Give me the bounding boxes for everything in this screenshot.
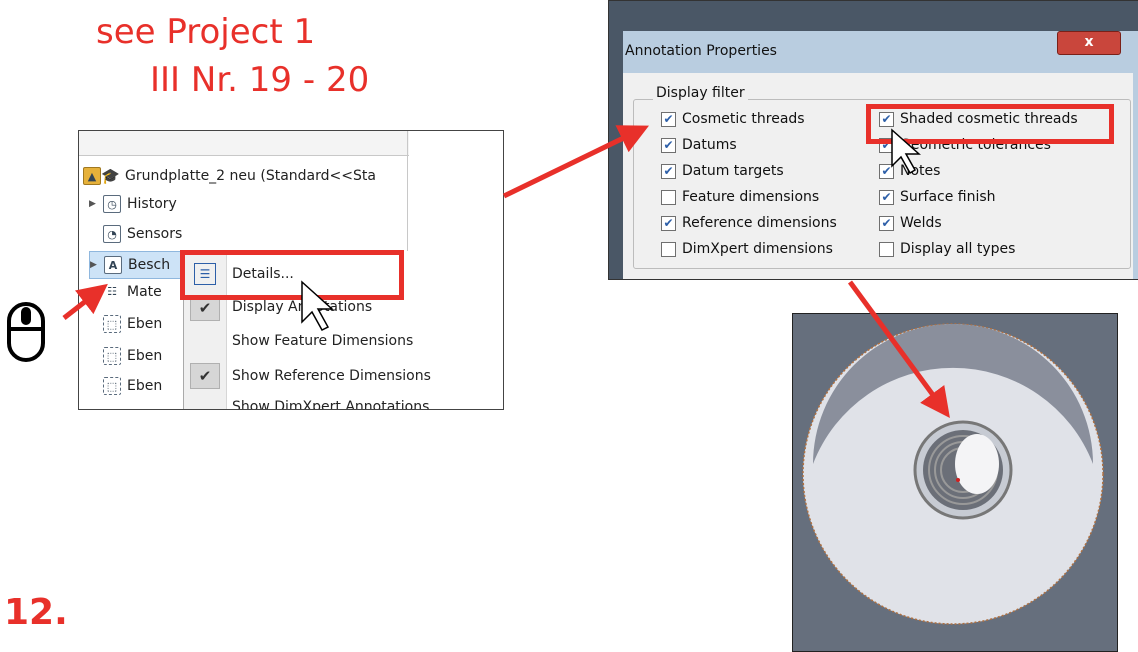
tree-item-root-part[interactable]: ▲ 🎓 Grundplatte_2 neu (Standard<<Sta xyxy=(83,163,376,189)
details-highlight xyxy=(180,250,404,300)
part-icon: ▲ xyxy=(83,167,101,185)
menu-item-display-annotations[interactable]: Display Annotations xyxy=(232,299,372,315)
tree-item-label: Mate xyxy=(127,284,162,300)
checkbox-label: Welds xyxy=(900,215,942,231)
tree-item-label: Besch xyxy=(128,257,171,273)
checkbox-icon xyxy=(879,241,894,257)
checkbox-icon: ✔ xyxy=(661,163,676,179)
checkbox-label: Datums xyxy=(682,137,737,153)
tree-item-plane-1[interactable]: ⬚ Eben xyxy=(103,311,162,337)
checkbox-icon xyxy=(661,189,676,205)
checkbox-label: Reference dimensions xyxy=(682,215,837,231)
tree-item-label: Grundplatte_2 neu (Standard<<Sta xyxy=(125,168,376,184)
expand-arrow-icon: ▶ xyxy=(90,260,97,270)
checkbox-display-all-types[interactable]: Display all types xyxy=(879,241,1015,257)
dialog-title: Annotation Properties xyxy=(625,43,777,59)
menu-item-show-feature-dimensions[interactable]: Show Feature Dimensions xyxy=(232,333,413,349)
checkmark-icon: ✔ xyxy=(190,363,220,389)
mouse-icon xyxy=(7,302,45,362)
checkbox-icon: ✔ xyxy=(661,215,676,231)
tree-item-label: Eben xyxy=(127,348,163,364)
checkbox-reference-dimensions[interactable]: ✔ Reference dimensions xyxy=(661,215,837,231)
checkbox-icon: ✔ xyxy=(661,137,676,153)
tree-item-history[interactable]: ▶ ◷ History xyxy=(89,191,177,217)
tree-item-sensors[interactable]: ◔ Sensors xyxy=(103,221,182,247)
checkbox-dimxpert-dimensions[interactable]: DimXpert dimensions xyxy=(661,241,833,257)
checkbox-icon: ✔ xyxy=(879,215,894,231)
checkbox-datum-targets[interactable]: ✔ Datum targets xyxy=(661,163,784,179)
shaded-threads-highlight xyxy=(866,104,1114,144)
checkbox-icon: ✔ xyxy=(661,111,676,127)
checkbox-datums[interactable]: ✔ Datums xyxy=(661,137,737,153)
close-button[interactable]: x xyxy=(1057,31,1121,55)
sensors-icon: ◔ xyxy=(103,225,121,243)
checkbox-label: Datum targets xyxy=(682,163,784,179)
checkbox-label: Notes xyxy=(900,163,941,179)
tree-item-material[interactable]: ☷ Mate xyxy=(103,279,162,305)
menu-item-show-reference-dimensions[interactable]: Show Reference Dimensions xyxy=(232,368,431,384)
model-viewport xyxy=(792,313,1118,652)
menu-item-show-dimxpert-annotations[interactable]: Show DimXpert Annotations xyxy=(232,399,429,409)
checkbox-cosmetic-threads[interactable]: ✔ Cosmetic threads xyxy=(661,111,805,127)
checkbox-label: Feature dimensions xyxy=(682,189,820,205)
checkbox-label: Cosmetic threads xyxy=(682,111,805,127)
tree-item-plane-3[interactable]: ⬚ Eben xyxy=(103,373,162,399)
annotations-icon: A xyxy=(104,256,122,274)
reference-line-2: III Nr. 19 - 20 xyxy=(150,60,370,100)
checkbox-surface-finish[interactable]: ✔ Surface finish xyxy=(879,189,996,205)
group-label: Display filter xyxy=(653,85,748,101)
reference-line-1: see Project 1 xyxy=(96,12,316,52)
graduation-cap-icon: 🎓 xyxy=(101,167,120,185)
checkbox-welds[interactable]: ✔ Welds xyxy=(879,215,942,231)
checkbox-notes[interactable]: ✔ Notes xyxy=(879,163,940,179)
checkbox-label: Surface finish xyxy=(900,189,996,205)
checkbox-icon: ✔ xyxy=(879,189,894,205)
plane-icon: ⬚ xyxy=(103,347,121,365)
plane-icon: ⬚ xyxy=(103,315,121,333)
tree-item-label: History xyxy=(127,196,177,212)
step-number: 12. xyxy=(4,592,68,633)
tree-item-plane-2[interactable]: ⬚ Eben xyxy=(103,343,162,369)
tree-item-label: Eben xyxy=(127,316,163,332)
threaded-hole-model xyxy=(802,323,1104,625)
tree-item-label: Eben xyxy=(127,378,163,394)
tree-item-label: Sensors xyxy=(127,226,183,242)
plane-icon: ⬚ xyxy=(103,377,121,395)
checkbox-feature-dimensions[interactable]: Feature dimensions xyxy=(661,189,819,205)
checkbox-icon xyxy=(661,241,676,257)
material-icon: ☷ xyxy=(103,283,121,301)
checkbox-icon: ✔ xyxy=(879,163,894,179)
tree-item-annotations[interactable]: ▶ A Besch xyxy=(89,251,181,279)
checkbox-label: Display all types xyxy=(900,241,1016,257)
history-icon: ◷ xyxy=(103,195,121,213)
expand-arrow-icon: ▶ xyxy=(89,199,96,209)
checkbox-label: DimXpert dimensions xyxy=(682,241,833,257)
tree-toolbar xyxy=(79,131,409,156)
